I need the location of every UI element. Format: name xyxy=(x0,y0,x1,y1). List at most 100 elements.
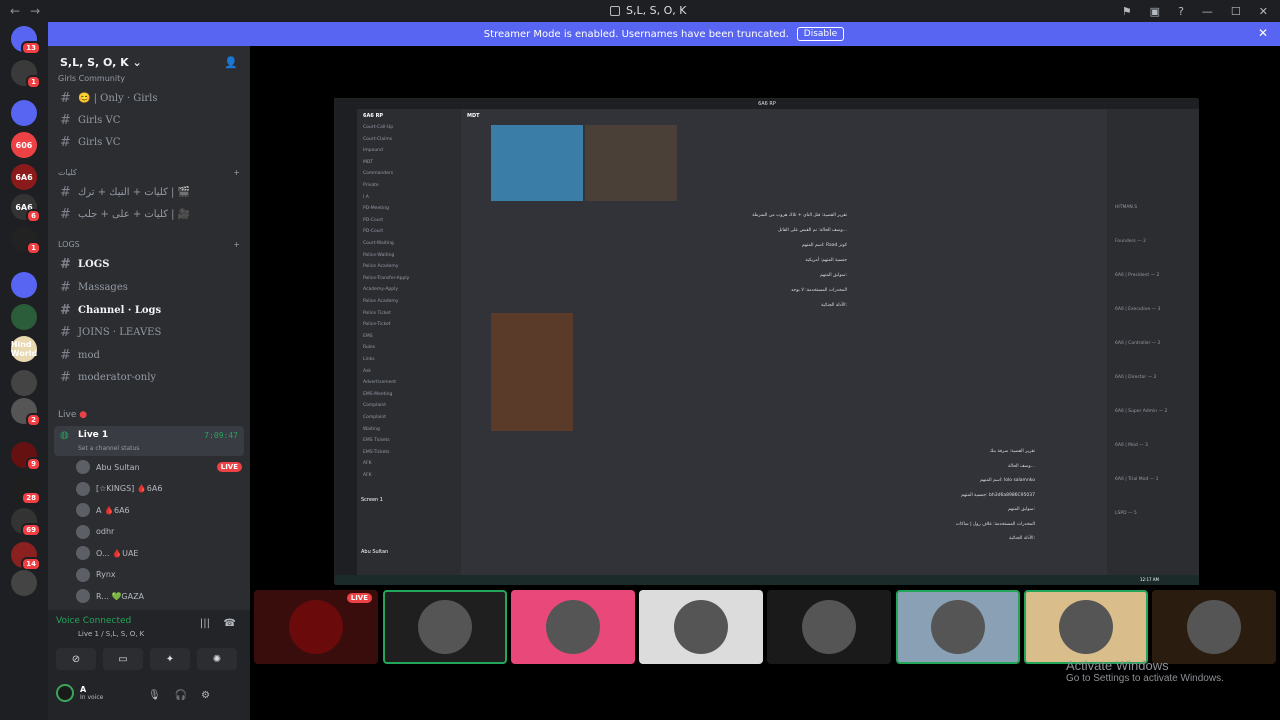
chat-line: وصف الحالة... xyxy=(1007,463,1035,469)
channel-item[interactable]: # 😊 | Only · Girls xyxy=(56,88,244,108)
channel-label: Channel · Logs xyxy=(78,304,162,316)
voice-user[interactable]: Abu Sultan LIVE xyxy=(76,460,242,474)
disable-button[interactable]: Disable xyxy=(796,27,845,41)
stream-channel-item: PD-Court xyxy=(363,229,384,235)
participant-tile[interactable] xyxy=(767,590,891,664)
stream-channel-item: Impound xyxy=(363,148,383,154)
voice-user[interactable]: R... 💚GAZA xyxy=(76,589,242,603)
channel-item[interactable]: # Channel · Logs xyxy=(56,300,244,320)
stream-channel-item: Police Ticket xyxy=(363,310,391,316)
user-panel[interactable]: A In voice xyxy=(56,684,103,702)
forward-icon[interactable]: → xyxy=(30,4,40,18)
inbox-icon[interactable]: ⚑ xyxy=(1122,5,1132,18)
server-icon[interactable]: 13 xyxy=(11,26,41,55)
member-group: 6A6 | Trial Mod — 1 xyxy=(1115,477,1159,482)
headphones-icon[interactable]: 🎧 xyxy=(175,690,187,701)
participant-tile[interactable] xyxy=(896,590,1020,664)
server-icon[interactable]: 28 xyxy=(11,476,41,505)
help-icon[interactable]: ? xyxy=(1178,5,1184,18)
avatar xyxy=(76,546,90,560)
back-icon[interactable]: ← xyxy=(10,4,20,18)
chat-line: سوابق المتهم: xyxy=(820,273,847,278)
voice-icon: ◍ xyxy=(60,430,69,441)
server-icon[interactable]: 1 xyxy=(11,226,41,255)
channel-item[interactable]: # JOINS · LEAVES xyxy=(56,322,244,342)
voice-user[interactable]: [☆KINGS] 🩸6A6 xyxy=(76,481,242,496)
close-button[interactable]: ✕ xyxy=(1259,5,1268,18)
channel-item[interactable]: # Girls VC xyxy=(56,110,244,130)
category-header[interactable]: Live ● xyxy=(58,410,240,420)
screenshot-image xyxy=(585,125,677,201)
voice-channel[interactable]: ◍ Live 1 7:09:47 Set a channel status xyxy=(54,426,244,456)
server-icon[interactable]: 2 xyxy=(11,398,41,427)
channel-item[interactable]: # كليات + النيك + ترك | 🎬 xyxy=(56,182,244,202)
activities-button[interactable]: ✦ xyxy=(150,648,190,670)
server-icon[interactable]: Hind World xyxy=(11,336,37,362)
screen-share-button[interactable]: ▭ xyxy=(103,648,143,670)
channel-label: Girls VC xyxy=(78,136,121,148)
server-icon[interactable] xyxy=(11,272,37,298)
server-icon[interactable] xyxy=(11,304,37,330)
voice-user[interactable]: Rynx xyxy=(76,567,242,582)
server-icon[interactable]: 14 xyxy=(11,542,41,571)
participant-tile[interactable] xyxy=(1024,590,1148,664)
server-icon[interactable] xyxy=(11,100,37,126)
voice-status[interactable]: Voice Connected xyxy=(56,616,131,626)
settings-icon[interactable]: ⚙ xyxy=(201,690,210,701)
channel-status[interactable]: Set a channel status xyxy=(78,445,139,452)
voice-user[interactable]: O... 🩸UAE xyxy=(76,546,242,560)
camera-button[interactable]: ⊘ xyxy=(56,648,96,670)
voice-user[interactable]: A 🩸6A6 xyxy=(76,503,242,517)
channel-item[interactable]: # LOGS xyxy=(56,254,244,274)
live-dot-icon: ● xyxy=(79,410,88,420)
server-icon[interactable]: 606 xyxy=(11,132,37,158)
voice-user-name: [☆KINGS] 🩸6A6 xyxy=(96,484,163,493)
close-icon[interactable]: ✕ xyxy=(1258,26,1268,40)
voice-channel-name: Live 1 xyxy=(78,430,109,440)
chat-line: اسم المتهم: lolo salamnko xyxy=(979,478,1035,483)
category-partial[interactable]: Girls Community xyxy=(58,74,240,83)
maximize-button[interactable]: ☐ xyxy=(1231,5,1241,18)
voice-user[interactable]: odhr xyxy=(76,524,242,539)
shared-screen[interactable]: 6A6 RP 6A6 RP Court-Call-Up Court-Claims I… xyxy=(334,98,1199,585)
server-icon[interactable]: 9 xyxy=(11,442,41,471)
channel-item[interactable]: # moderator-only xyxy=(56,367,244,387)
add-user-icon[interactable]: 👤 xyxy=(224,56,238,69)
channel-item[interactable]: # كليات + على + جلب | 🎥 xyxy=(56,204,244,224)
add-channel-icon[interactable]: + xyxy=(233,240,240,249)
disconnect-icon[interactable]: ☎ xyxy=(224,618,236,629)
stream-stage[interactable]: 6A6 RP 6A6 RP Court-Call-Up Court-Claims I… xyxy=(250,46,1280,720)
avatar xyxy=(76,589,90,603)
live-badge: LIVE xyxy=(346,593,372,603)
participant-tile[interactable] xyxy=(1152,590,1276,664)
server-icon[interactable] xyxy=(11,570,37,596)
category-header[interactable]: كليات + xyxy=(58,168,240,177)
noise-icon[interactable]: ||| xyxy=(200,618,210,629)
category-header[interactable]: LOGS + xyxy=(58,240,240,249)
server-icon[interactable]: 69 xyxy=(11,508,41,537)
channel-item[interactable]: # Girls VC xyxy=(56,132,244,152)
add-channel-icon[interactable]: + xyxy=(233,168,240,177)
participant-tile[interactable] xyxy=(639,590,763,664)
participant-tile[interactable] xyxy=(511,590,635,664)
participant-tile[interactable] xyxy=(383,590,507,664)
participant-tile[interactable]: LIVE xyxy=(254,590,378,664)
soundboard-button[interactable]: ✺ xyxy=(197,648,237,670)
mic-icon[interactable]: 🎙 xyxy=(148,690,161,701)
chat-line: المخدرات المستخدمة: غلاف رول | شاكات xyxy=(955,521,1035,527)
stream-channel-item: Court-Call-Up xyxy=(363,125,394,130)
server-list: 13 1 606 6A6 6A6 6 1 Hind World 2 9 28 69 14 xyxy=(0,22,48,720)
stream-channel-item: MDT xyxy=(363,159,374,165)
minimize-button[interactable]: — xyxy=(1202,5,1213,18)
server-icon[interactable]: 1 xyxy=(11,60,41,89)
screen-icon[interactable]: ▣ xyxy=(1150,5,1160,18)
server-icon[interactable] xyxy=(11,370,37,396)
channel-label: 😊 | Only · Girls xyxy=(78,92,158,104)
channel-item[interactable]: # mod xyxy=(56,345,244,365)
stream-channel-item: PD-Court xyxy=(363,217,384,223)
server-icon[interactable]: 6A6 xyxy=(11,164,37,190)
server-icon[interactable]: 6A6 6 xyxy=(11,194,41,223)
live-badge: LIVE xyxy=(216,462,242,472)
avatar[interactable] xyxy=(56,684,74,702)
channel-item[interactable]: # Massages xyxy=(56,277,244,297)
